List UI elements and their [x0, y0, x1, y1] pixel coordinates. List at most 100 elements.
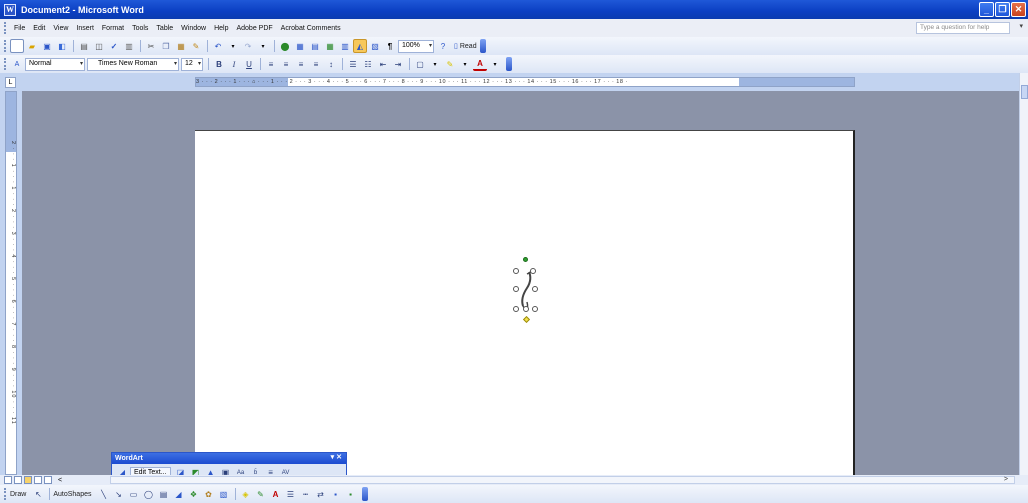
standard-toolbar-grip[interactable]: [4, 40, 6, 52]
3d-style-icon[interactable]: ▪: [344, 487, 358, 501]
redo-dropdown-icon[interactable]: ▾: [256, 39, 270, 53]
shadow-style-icon[interactable]: ▪: [329, 487, 343, 501]
resize-handle-middle-left[interactable]: [513, 286, 519, 292]
zoom-select[interactable]: 100% ▾: [398, 39, 434, 53]
insert-wordart-icon[interactable]: ◢: [172, 487, 186, 501]
research-icon[interactable]: ▥: [122, 39, 136, 53]
toolbar-options-icon[interactable]: [361, 487, 368, 501]
tables-borders-icon[interactable]: ▦: [293, 39, 307, 53]
menu-file[interactable]: File: [10, 25, 29, 32]
clip-art-icon[interactable]: ✿: [202, 487, 216, 501]
read-button[interactable]: ▯ Read: [454, 42, 477, 51]
menu-help[interactable]: Help: [210, 25, 232, 32]
rotation-handle[interactable]: [523, 257, 528, 262]
align-right-icon[interactable]: ≡: [294, 57, 308, 71]
increase-indent-icon[interactable]: ⇥: [391, 57, 405, 71]
drawing-icon[interactable]: ◭: [353, 39, 367, 53]
toolbar-options-icon[interactable]: [479, 39, 486, 53]
close-button[interactable]: ✕: [1011, 2, 1026, 17]
format-painter-icon[interactable]: ✎: [189, 39, 203, 53]
borders-icon[interactable]: ▢: [413, 57, 427, 71]
hyperlink-icon[interactable]: ⬤: [278, 39, 292, 53]
undo-dropdown-icon[interactable]: ▾: [226, 39, 240, 53]
rectangle-icon[interactable]: ▭: [127, 487, 141, 501]
horizontal-ruler[interactable]: 3 · · · 2 · · · 1 · · · ⌂ · · · 1 · · · …: [195, 77, 855, 87]
tab-selector-icon[interactable]: L: [5, 77, 16, 88]
insert-excel-icon[interactable]: ▦: [323, 39, 337, 53]
help-icon[interactable]: ?: [436, 39, 450, 53]
picture-icon[interactable]: ▧: [217, 487, 231, 501]
redo-icon[interactable]: ↷: [241, 39, 255, 53]
resize-handle-bottom-center[interactable]: [523, 306, 529, 312]
line-spacing-icon[interactable]: ↕: [324, 57, 338, 71]
outline-view-icon[interactable]: [34, 476, 42, 484]
permission-icon[interactable]: ◧: [55, 39, 69, 53]
insert-table-icon[interactable]: ▤: [308, 39, 322, 53]
draw-menu-button[interactable]: Draw: [10, 491, 26, 498]
new-document-icon[interactable]: [10, 39, 24, 53]
dash-style-icon[interactable]: ┅: [299, 487, 313, 501]
menu-table[interactable]: Table: [152, 25, 177, 32]
horizontal-scrollbar[interactable]: >: [110, 476, 1015, 484]
help-dropdown-icon[interactable]: ▾: [1019, 22, 1023, 30]
font-color-dropdown-icon[interactable]: ▾: [488, 57, 502, 71]
line-style-icon[interactable]: ☰: [284, 487, 298, 501]
vertical-ruler[interactable]: 2 · · · 1 · · · 1 · · · 2 · · · 3 · · · …: [5, 91, 17, 475]
resize-handle-middle-right[interactable]: [532, 286, 538, 292]
menu-acrobat-comments[interactable]: Acrobat Comments: [277, 25, 345, 32]
resize-handle-bottom-right[interactable]: [532, 306, 538, 312]
styles-formatting-icon[interactable]: A: [10, 57, 24, 71]
arrow-style-icon[interactable]: ⇄: [314, 487, 328, 501]
diagram-icon[interactable]: ❖: [187, 487, 201, 501]
resize-handle-top-left[interactable]: [513, 268, 519, 274]
resize-handle-top-right[interactable]: [530, 268, 536, 274]
help-search-input[interactable]: Type a question for help: [916, 22, 1010, 34]
toolbar-options-icon[interactable]: [506, 57, 512, 71]
reading-layout-view-icon[interactable]: [44, 476, 52, 484]
save-icon[interactable]: ▣: [40, 39, 54, 53]
document-map-icon[interactable]: ▧: [368, 39, 382, 53]
menu-tools[interactable]: Tools: [128, 25, 152, 32]
scrollbar-thumb[interactable]: [1021, 85, 1028, 99]
normal-view-icon[interactable]: [4, 476, 12, 484]
word-app-icon[interactable]: W: [4, 3, 16, 16]
web-layout-view-icon[interactable]: [14, 476, 22, 484]
align-left-icon[interactable]: ≡: [264, 57, 278, 71]
line-icon[interactable]: ╲: [97, 487, 111, 501]
menu-window[interactable]: Window: [177, 25, 210, 32]
scroll-left-icon[interactable]: <: [58, 477, 62, 484]
print-layout-view-icon[interactable]: [24, 476, 32, 484]
formatting-toolbar-grip[interactable]: [4, 58, 6, 70]
restore-button[interactable]: ❐: [995, 2, 1010, 17]
resize-handle-bottom-left[interactable]: [513, 306, 519, 312]
scroll-right-icon[interactable]: >: [1004, 476, 1008, 483]
style-select[interactable]: Normal ▾: [25, 57, 85, 71]
font-size-select[interactable]: 12 ▾: [181, 57, 203, 71]
highlight-icon[interactable]: ✎: [443, 57, 457, 71]
show-hide-icon[interactable]: ¶: [383, 39, 397, 53]
wordart-object[interactable]: [513, 257, 539, 324]
bold-button[interactable]: B: [212, 57, 226, 71]
print-icon[interactable]: ▤: [77, 39, 91, 53]
bullets-icon[interactable]: ☷: [361, 57, 375, 71]
columns-icon[interactable]: ▥: [338, 39, 352, 53]
paste-icon[interactable]: ▦: [174, 39, 188, 53]
autoshapes-menu-button[interactable]: AutoShapes: [53, 491, 91, 498]
decrease-indent-icon[interactable]: ⇤: [376, 57, 390, 71]
menu-view[interactable]: View: [49, 25, 72, 32]
undo-icon[interactable]: ↶: [211, 39, 225, 53]
select-objects-icon[interactable]: ↖: [31, 487, 45, 501]
italic-button[interactable]: I: [227, 57, 241, 71]
font-color-icon[interactable]: A: [269, 487, 283, 501]
print-preview-icon[interactable]: ◫: [92, 39, 106, 53]
line-color-icon[interactable]: ✎: [254, 487, 268, 501]
align-center-icon[interactable]: ≡: [279, 57, 293, 71]
underline-button[interactable]: U: [242, 57, 256, 71]
menu-adobe-pdf[interactable]: Adobe PDF: [232, 25, 276, 32]
menubar-grip[interactable]: [4, 22, 6, 34]
text-box-icon[interactable]: ▤: [157, 487, 171, 501]
spelling-icon[interactable]: ✓: [107, 39, 121, 53]
arrow-icon[interactable]: ↘: [112, 487, 126, 501]
open-folder-icon[interactable]: ▰: [25, 39, 39, 53]
minimize-button[interactable]: _: [979, 2, 994, 17]
